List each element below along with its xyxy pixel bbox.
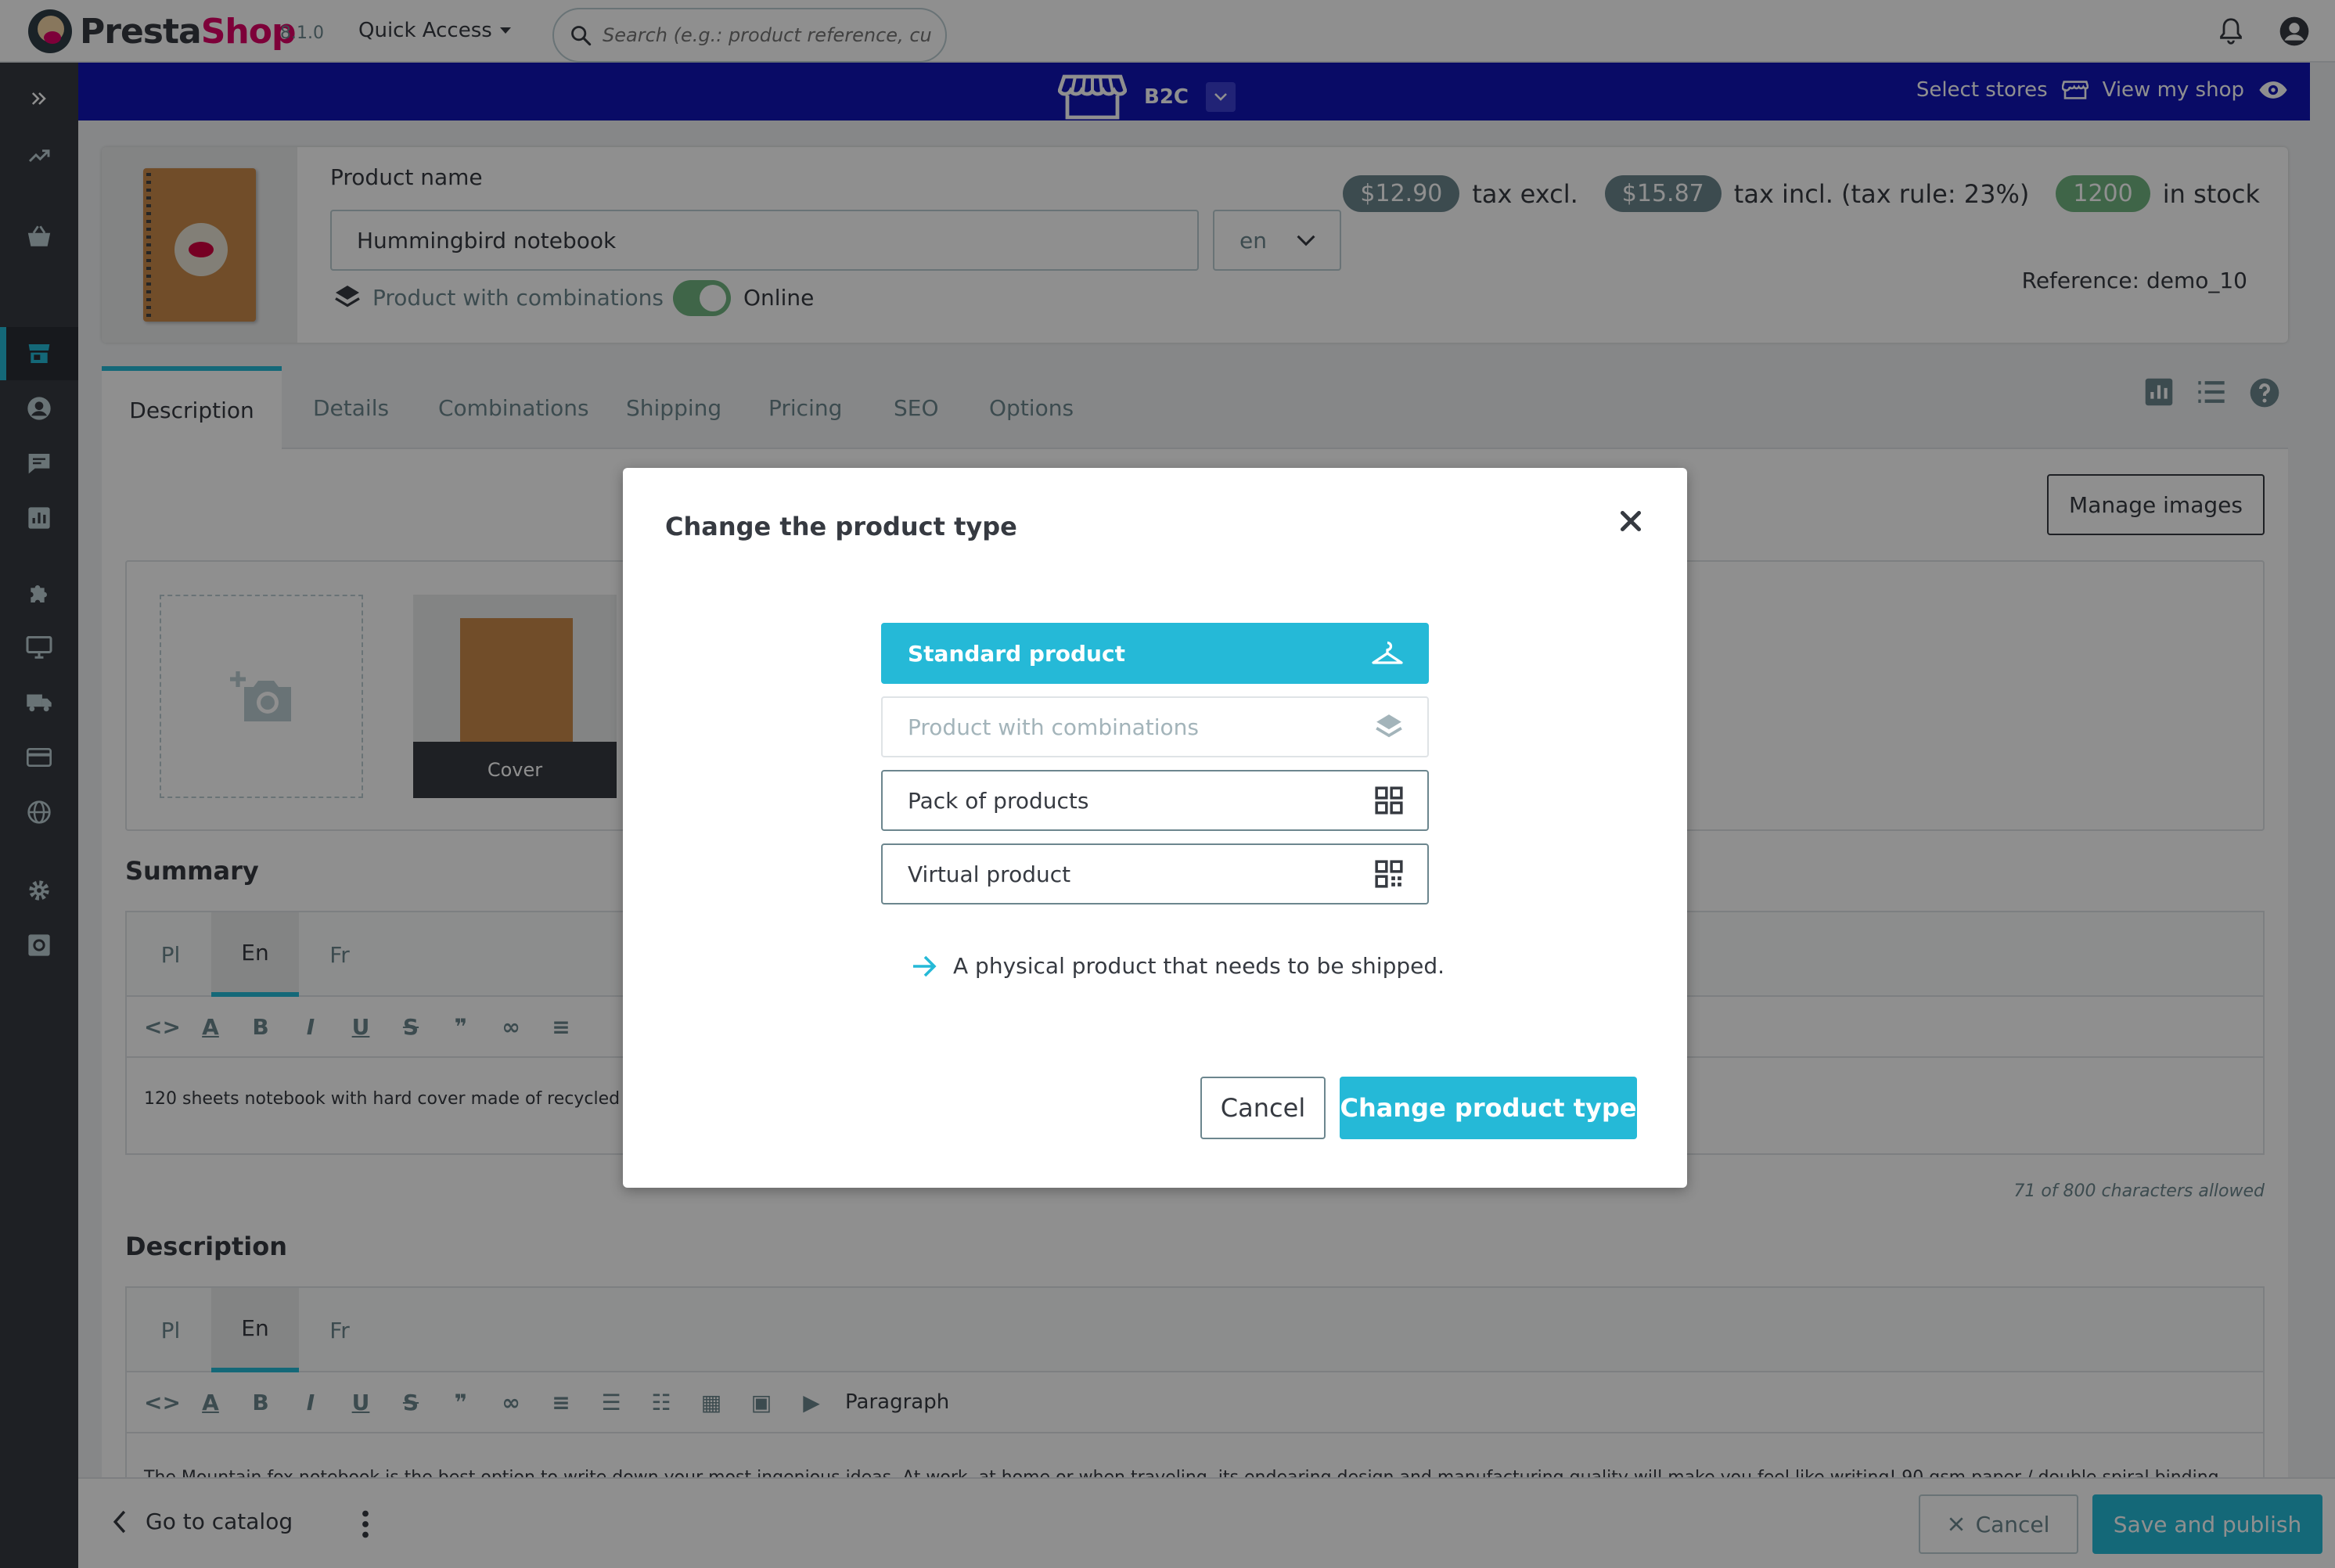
close-icon — [1620, 510, 1642, 532]
arrow-right-icon — [913, 955, 937, 976]
option-label: Virtual product — [908, 861, 1071, 887]
hanger-icon — [1372, 641, 1403, 664]
option-description: A physical product that needs to be ship… — [911, 953, 1445, 979]
option-pack-of-products[interactable]: Pack of products — [881, 770, 1429, 831]
modal-close-button[interactable] — [1615, 505, 1646, 537]
option-label: Product with combinations — [908, 714, 1199, 740]
qr-code-icon — [1375, 860, 1403, 888]
option-label: Pack of products — [908, 787, 1089, 814]
modal-cancel-button[interactable]: Cancel — [1200, 1077, 1326, 1139]
option-description-text: A physical product that needs to be ship… — [953, 953, 1445, 979]
change-product-type-modal: Change the product type Standard product… — [623, 468, 1687, 1188]
grid-icon — [1375, 786, 1403, 815]
change-product-type-button[interactable]: Change product type — [1340, 1077, 1637, 1139]
option-label: Standard product — [908, 640, 1125, 667]
option-standard-product[interactable]: Standard product — [881, 623, 1429, 684]
layers-icon — [1376, 714, 1402, 738]
modal-title: Change the product type — [665, 512, 1017, 541]
option-virtual-product[interactable]: Virtual product — [881, 843, 1429, 904]
option-product-with-combinations: Product with combinations — [881, 696, 1429, 757]
